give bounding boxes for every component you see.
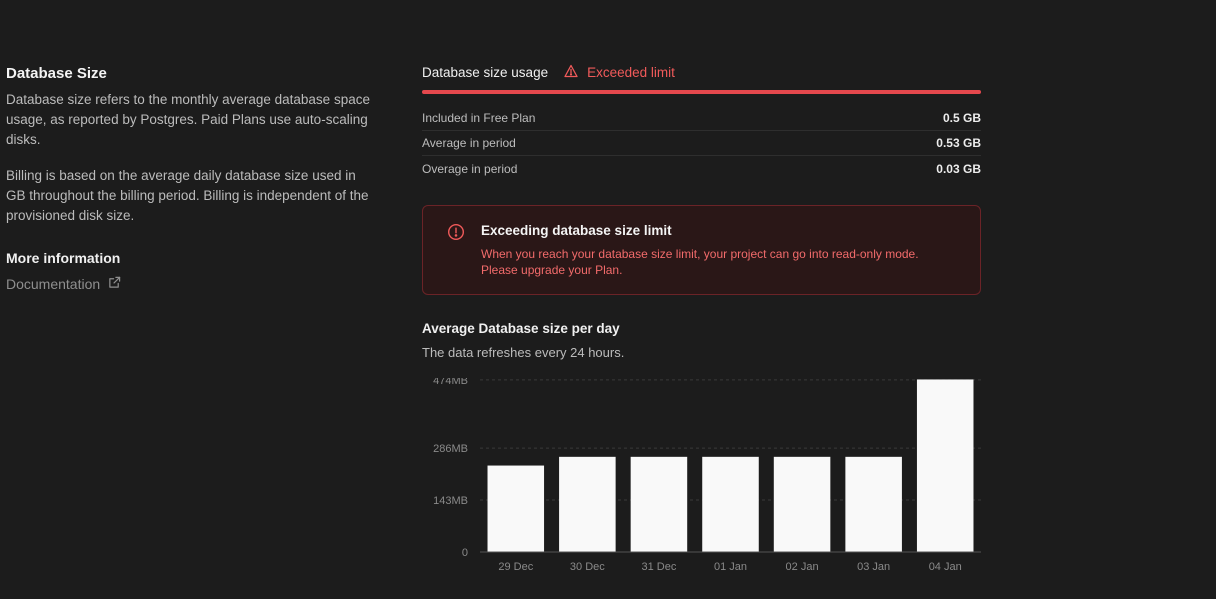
section-title: Database Size bbox=[6, 65, 107, 82]
documentation-link[interactable]: Documentation bbox=[6, 276, 121, 292]
bar bbox=[845, 456, 902, 552]
usage-row: Average in period 0.53 GB bbox=[422, 131, 981, 156]
usage-title: Database size usage bbox=[422, 65, 549, 80]
bar bbox=[916, 379, 974, 552]
info-panel: Database Size Database size refers to th… bbox=[6, 62, 376, 294]
usage-row-value: 0.53 GB bbox=[936, 136, 981, 150]
x-tick-label: 04 Jan bbox=[929, 561, 962, 573]
bar bbox=[773, 456, 831, 552]
bar bbox=[487, 465, 545, 552]
warning-triangle-icon bbox=[564, 64, 578, 81]
usage-row-value: 0.03 GB bbox=[936, 161, 981, 176]
external-link-icon bbox=[108, 276, 121, 292]
usage-row-label: Average in period bbox=[422, 136, 516, 150]
x-tick-label: 29 Dec bbox=[498, 561, 533, 573]
more-information-heading: More information bbox=[6, 250, 121, 266]
x-tick-label: 30 Dec bbox=[570, 561, 605, 573]
alert-circle-icon bbox=[447, 223, 465, 241]
bar-chart: 0 143MB 286MB 474MB 29 Dec 30 Dec 31 Dec 01 Jan… bbox=[433, 378, 981, 573]
billing-description: Billing is based on the average daily da… bbox=[6, 168, 369, 223]
usage-progress-fill bbox=[422, 90, 981, 94]
alert-title: Exceeding database size limit bbox=[481, 223, 672, 238]
y-tick-label: 286MB bbox=[433, 443, 468, 455]
daily-size-chart: 0 143MB 286MB 474MB 29 Dec 30 Dec 31 Dec 01 Jan… bbox=[422, 378, 981, 578]
usage-row-value: 0.5 GB bbox=[942, 111, 981, 125]
usage-rows: Included in Free Plan 0.5 GB Average in pe… bbox=[422, 106, 981, 181]
x-tick-label: 01 Jan bbox=[714, 561, 747, 573]
y-tick-label: 143MB bbox=[433, 495, 468, 507]
chart-title: Average Database size per day bbox=[422, 321, 620, 336]
usage-panel: Database size usage Exceeded limit Inclu… bbox=[422, 62, 981, 573]
x-tick-label: 31 Dec bbox=[641, 561, 676, 573]
documentation-link-label: Documentation bbox=[6, 276, 101, 292]
bar bbox=[559, 456, 616, 552]
usage-progress-bar bbox=[422, 90, 981, 94]
section-description: Database size refers to the monthly aver… bbox=[6, 92, 370, 147]
bar bbox=[630, 456, 688, 552]
size-limit-alert: Exceeding database size limit When you r… bbox=[422, 205, 981, 295]
usage-row-label: Overage in period bbox=[422, 161, 518, 176]
chart-subtitle: The data refreshes every 24 hours. bbox=[422, 345, 625, 360]
alert-description: When you reach your database size limit,… bbox=[481, 247, 919, 277]
x-tick-label: 02 Jan bbox=[786, 561, 819, 573]
exceeded-status: Exceeded limit bbox=[564, 64, 675, 81]
usage-header: Database size usage Exceeded limit bbox=[422, 62, 981, 83]
exceeded-status-label: Exceeded limit bbox=[587, 65, 675, 80]
usage-row: Included in Free Plan 0.5 GB bbox=[422, 106, 981, 131]
y-tick-label: 0 bbox=[462, 547, 468, 559]
usage-row: Overage in period 0.03 GB bbox=[422, 156, 981, 181]
usage-row-label: Included in Free Plan bbox=[422, 111, 536, 125]
bar bbox=[702, 456, 759, 552]
x-tick-label: 03 Jan bbox=[857, 561, 890, 573]
y-tick-label: 474MB bbox=[433, 378, 468, 387]
